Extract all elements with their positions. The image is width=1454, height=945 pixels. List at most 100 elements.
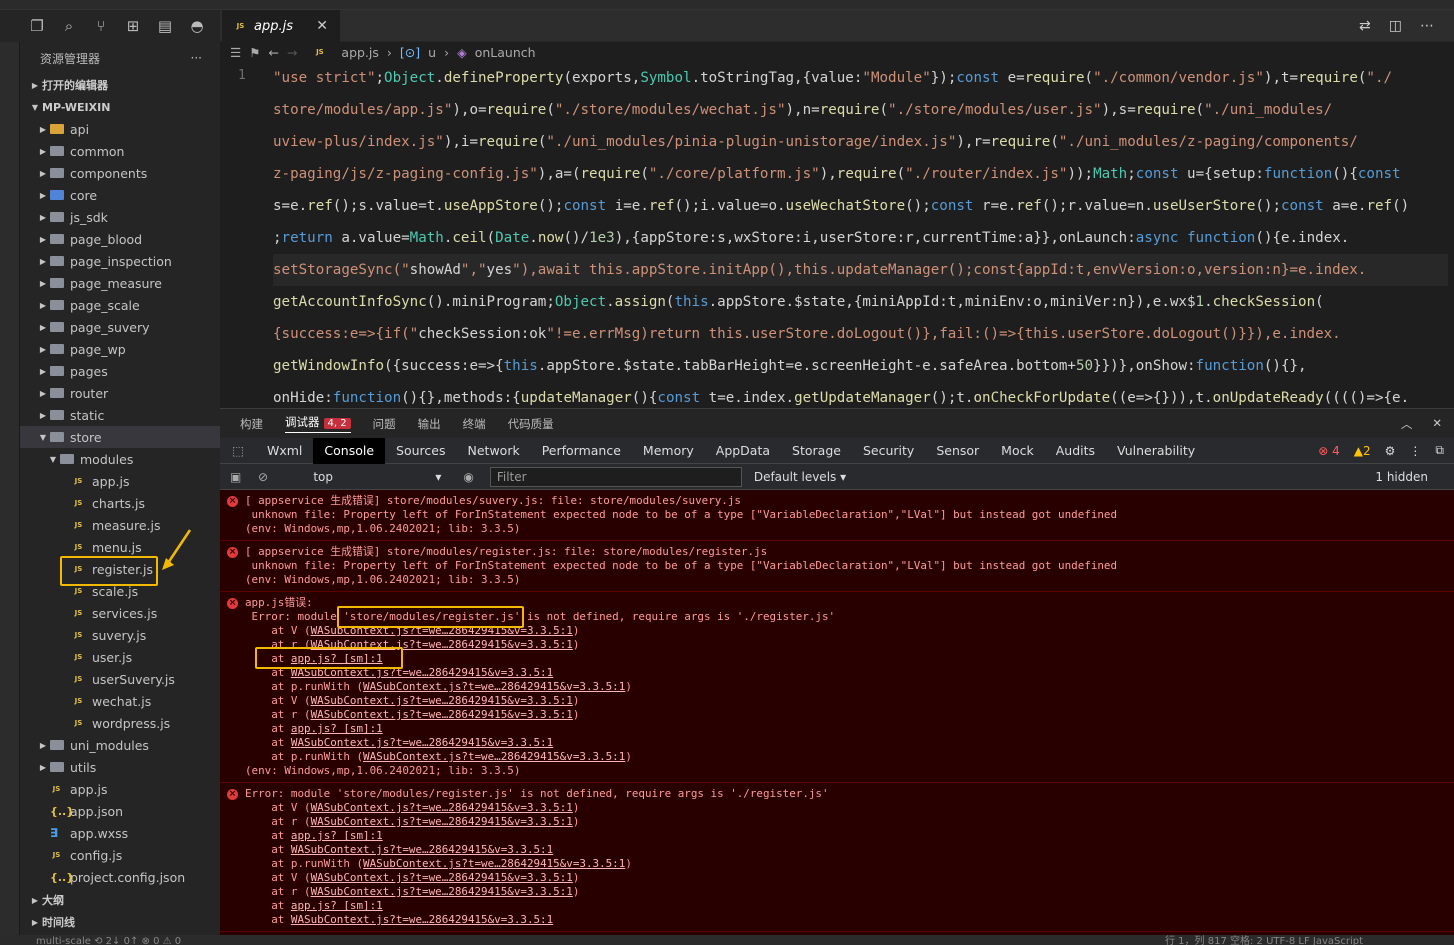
hidden-count[interactable]: 1 hidden	[1375, 470, 1428, 484]
folder-uni_modules[interactable]: ▶ uni_modules	[20, 734, 220, 756]
folder-components[interactable]: ▶ components	[20, 162, 220, 184]
files-icon[interactable]: ❐	[26, 17, 48, 35]
console-error-message[interactable]: × Error: module 'store/modules/register.j…	[220, 783, 1454, 932]
kebab-icon[interactable]: ⋮	[1409, 444, 1421, 458]
stack-link[interactable]: WASubContext.js?t=we…286429415&v=3.3.5:1	[363, 680, 625, 693]
stack-link[interactable]: app.js? [sm]:1	[291, 722, 383, 735]
devtools-tab-performance[interactable]: Performance	[531, 438, 632, 464]
error-count[interactable]: ⊗ 4	[1318, 444, 1340, 458]
folder-page_inspection[interactable]: ▶ page_inspection	[20, 250, 220, 272]
devtools-tab-console[interactable]: Console	[313, 437, 386, 464]
back-icon[interactable]: ←	[268, 45, 278, 60]
stack-link[interactable]: WASubContext.js?t=we…286429415&v=3.3.5:1	[363, 857, 625, 870]
stack-link[interactable]: WASubContext.js?t=we…286429415&v=3.3.5:1	[363, 750, 625, 763]
eye-icon[interactable]: ◉	[463, 470, 473, 484]
folder-store[interactable]: ▼ store	[20, 426, 220, 448]
warning-count[interactable]: ▲2	[1354, 444, 1371, 458]
stack-link[interactable]: WASubContext.js?t=we…286429415&v=3.3.5:1	[311, 815, 573, 828]
code-line[interactable]: "use strict";Object.defineProperty(expor…	[273, 62, 1448, 94]
panel-tab-0[interactable]: 构建	[240, 416, 263, 432]
stack-link[interactable]: app.js? [sm]:1	[291, 899, 383, 912]
stack-link[interactable]: WASubContext.js?t=we…286429415&v=3.3.5:1	[291, 843, 553, 856]
stack-link[interactable]: WASubContext.js?t=we…286429415&v=3.3.5:1	[311, 708, 573, 721]
search-icon[interactable]: ⌕	[58, 17, 80, 35]
code-line[interactable]: store/modules/app.js"),o=require("./stor…	[273, 94, 1448, 126]
devtools-tab-vulnerability[interactable]: Vulnerability	[1106, 438, 1206, 464]
outline-icon[interactable]: ☰	[230, 45, 241, 60]
panel-tab-2[interactable]: 问题	[373, 416, 396, 432]
code-line[interactable]: getWindowInfo({success:e=>{this.appStore…	[273, 350, 1448, 382]
folder-router[interactable]: ▶ router	[20, 382, 220, 404]
folder-page_blood[interactable]: ▶ page_blood	[20, 228, 220, 250]
inspect-icon[interactable]: ⬚	[220, 443, 256, 458]
devtools-tab-appdata[interactable]: AppData	[705, 438, 781, 464]
file-charts-js[interactable]: JS charts.js	[20, 492, 220, 514]
tab-app-js[interactable]: JS app.js ✕	[222, 10, 340, 42]
status-right[interactable]: 行 1，列 817 空格: 2 UTF-8 LF JavaScript	[1165, 935, 1363, 945]
split-editor-icon[interactable]: ◫	[1389, 18, 1402, 34]
code-line[interactable]: setStorageSync("showAd","yes"),await thi…	[273, 254, 1448, 286]
breadcrumb-file[interactable]: app.js	[341, 45, 379, 60]
file-suvery-js[interactable]: JS suvery.js	[20, 624, 220, 646]
stack-link[interactable]: WASubContext.js?t=we…286429415&v=3.3.5:1	[291, 913, 553, 926]
breadcrumb-symbol[interactable]: u	[428, 45, 436, 60]
more-actions-icon[interactable]: ···	[191, 51, 202, 65]
file-userSuvery-js[interactable]: JS userSuvery.js	[20, 668, 220, 690]
file-app-wxss[interactable]: ∃ app.wxss	[20, 822, 220, 844]
dock-icon[interactable]: ⧉	[1435, 443, 1444, 458]
file-wordpress-js[interactable]: JS wordpress.js	[20, 712, 220, 734]
file-wechat-js[interactable]: JS wechat.js	[20, 690, 220, 712]
stack-link[interactable]: app.js? [sm]:1	[291, 829, 383, 842]
devtools-tab-wxml[interactable]: Wxml	[256, 438, 313, 464]
file-user-js[interactable]: JS user.js	[20, 646, 220, 668]
more-icon[interactable]: ⋯	[1420, 18, 1434, 34]
status-left[interactable]: multi-scale ⟲ 2↓ 0↑ ⊗ 0 ⚠ 0	[36, 936, 181, 945]
devtools-tab-audits[interactable]: Audits	[1045, 438, 1106, 464]
folder-page_measure[interactable]: ▶ page_measure	[20, 272, 220, 294]
code-line[interactable]: s=e.ref();s.value=t.useAppStore();const …	[273, 190, 1448, 222]
clear-console-icon[interactable]: ⊘	[258, 470, 268, 484]
devtools-tab-sources[interactable]: Sources	[385, 438, 456, 464]
context-select[interactable]: top ▾	[313, 470, 441, 484]
folder-static[interactable]: ▶ static	[20, 404, 220, 426]
devtools-tab-memory[interactable]: Memory	[632, 438, 705, 464]
devtools-tab-mock[interactable]: Mock	[990, 438, 1045, 464]
gear-icon[interactable]: ⚙	[1385, 444, 1396, 458]
forward-icon[interactable]: →	[287, 45, 297, 60]
folder-modules[interactable]: ▼ modules	[20, 448, 220, 470]
folder-js_sdk[interactable]: ▶ js_sdk	[20, 206, 220, 228]
panel-tab-5[interactable]: 代码质量	[508, 416, 554, 432]
chevron-up-icon[interactable]: ︿	[1401, 416, 1413, 432]
console-output[interactable]: × [ appservice 生成错误] store/modules/suvery…	[220, 490, 1454, 935]
file-app-js[interactable]: JS app.js	[20, 778, 220, 800]
levels-dropdown[interactable]: Default levels ▾	[754, 470, 846, 484]
extensions-icon[interactable]: ⊞	[122, 17, 144, 35]
stack-link[interactable]: WASubContext.js?t=we…286429415&v=3.3.5:1	[311, 885, 573, 898]
code-content[interactable]: "use strict";Object.defineProperty(expor…	[273, 62, 1448, 408]
bookmark-icon[interactable]: ⚑	[249, 45, 260, 60]
code-line[interactable]: onHide:function(){},methods:{updateManag…	[273, 382, 1448, 408]
folder-common[interactable]: ▶ common	[20, 140, 220, 162]
sidebar-toggle-icon[interactable]: ▣	[230, 470, 241, 484]
outline-section[interactable]: ▶ 大纲	[20, 889, 220, 911]
close-icon[interactable]: ✕	[316, 18, 328, 34]
code-line[interactable]: z-paging/js/z-paging-config.js"),a=(requ…	[273, 158, 1448, 190]
timeline-section[interactable]: ▶ 时间线	[20, 911, 220, 933]
panel-tab-1[interactable]: 调试器 4, 2	[285, 414, 351, 433]
console-error-message[interactable]: × [ appservice 生成错误] store/modules/suvery…	[220, 490, 1454, 541]
docker-icon[interactable]: ◓	[186, 17, 208, 35]
folder-utils[interactable]: ▶ utils	[20, 756, 220, 778]
open-editors-section[interactable]: ▶ 打开的编辑器	[20, 74, 220, 96]
file-app-js[interactable]: JS app.js	[20, 470, 220, 492]
stack-link[interactable]: WASubContext.js?t=we…286429415&v=3.3.5:1	[311, 801, 573, 814]
source-control-icon[interactable]: ⑂	[90, 17, 112, 35]
devtools-tab-storage[interactable]: Storage	[781, 438, 852, 464]
code-line[interactable]: {success:e=>{if("checkSession:ok"!=e.err…	[273, 318, 1448, 350]
file-project-config-json[interactable]: {..} project.config.json	[20, 866, 220, 888]
project-section[interactable]: ▼ MP-WEIXIN	[20, 96, 220, 118]
close-icon[interactable]: ✕	[1432, 416, 1442, 432]
folder-pages[interactable]: ▶ pages	[20, 360, 220, 382]
file-app-json[interactable]: {..} app.json	[20, 800, 220, 822]
panel-tab-3[interactable]: 输出	[418, 416, 441, 432]
code-editor[interactable]: 1 "use strict";Object.defineProperty(exp…	[220, 62, 1454, 408]
